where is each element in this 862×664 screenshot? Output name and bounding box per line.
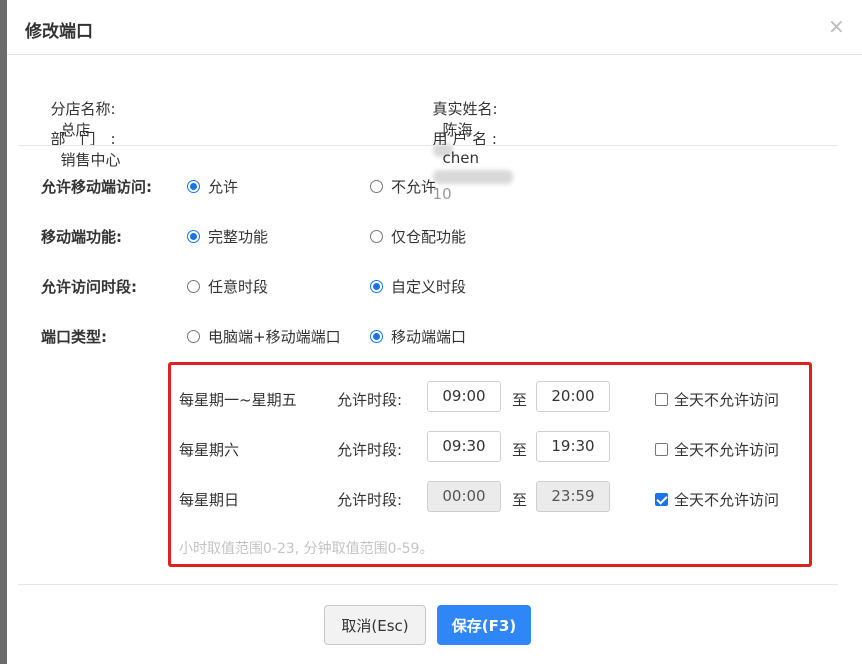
- checkbox-checked-icon: [655, 493, 668, 506]
- radio-unchecked-icon: [370, 230, 383, 243]
- radio-label: 完整功能: [208, 228, 269, 246]
- checkbox-label: 全天不允许访问: [674, 491, 780, 509]
- radio-port-mobile[interactable]: 移动端端口: [370, 326, 466, 347]
- radio-period-custom[interactable]: 自定义时段: [370, 276, 466, 297]
- username-info: 用 户 名 : chen 10: [423, 110, 513, 203]
- sunday-start-time-input[interactable]: 00:00: [427, 481, 501, 512]
- username-value: chen: [442, 149, 480, 167]
- radio-function-full[interactable]: 完整功能: [187, 226, 268, 247]
- radio-label: 移动端端口: [391, 328, 467, 346]
- dialog-title: 修改端口: [25, 22, 93, 42]
- radio-label: 仅仓配功能: [391, 228, 467, 246]
- saturday-start-time-input[interactable]: 09:30: [427, 431, 501, 462]
- radio-checked-icon: [370, 330, 383, 343]
- radio-mobile-access-deny[interactable]: 不允许: [370, 176, 436, 197]
- schedule-period-label: 允许时段:: [337, 391, 403, 409]
- department-value: 销售中心: [60, 151, 121, 169]
- redacted-mark: [432, 169, 513, 184]
- department-info: 部 门 : 销售中心: [41, 110, 121, 170]
- checkbox-unchecked-icon: [655, 443, 668, 456]
- radio-checked-icon: [187, 180, 200, 193]
- checkbox-label: 全天不允许访问: [674, 441, 780, 459]
- radio-period-any[interactable]: 任意时段: [187, 276, 268, 297]
- saturday-allday-deny-checkbox[interactable]: 全天不允许访问: [655, 439, 779, 460]
- schedule-day-sunday: 每星期日: [179, 491, 240, 509]
- weekdays-start-time-input[interactable]: 09:00: [427, 381, 501, 412]
- cancel-button[interactable]: 取消(Esc): [324, 605, 426, 645]
- radio-label: 允许: [208, 178, 239, 196]
- radio-mobile-access-allow[interactable]: 允许: [187, 176, 238, 197]
- schedule-day-weekdays: 每星期一~星期五: [179, 391, 297, 409]
- radio-unchecked-icon: [187, 330, 200, 343]
- mobile-function-label: 移动端功能:: [41, 228, 122, 246]
- save-button[interactable]: 保存(F3): [437, 605, 531, 645]
- to-label: 至: [512, 391, 528, 409]
- radio-label: 不允许: [391, 178, 437, 196]
- radio-checked-icon: [370, 280, 383, 293]
- mobile-access-label: 允许移动端访问:: [41, 178, 152, 196]
- footer-divider: [18, 584, 838, 585]
- radio-label: 自定义时段: [391, 278, 467, 296]
- weekdays-end-time-input[interactable]: 20:00: [536, 381, 610, 412]
- time-range-hint: 小时取值范围0-23, 分钟取值范围0-59。: [179, 541, 434, 557]
- schedule-period-label: 允许时段:: [337, 491, 403, 509]
- schedule-period-label: 允许时段:: [337, 441, 403, 459]
- sunday-end-time-input[interactable]: 23:59: [536, 481, 610, 512]
- radio-unchecked-icon: [187, 280, 200, 293]
- to-label: 至: [512, 491, 528, 509]
- checkbox-label: 全天不允许访问: [674, 391, 780, 409]
- to-label: 至: [512, 441, 528, 459]
- radio-label: 电脑端+移动端端口: [208, 328, 341, 346]
- radio-checked-icon: [187, 230, 200, 243]
- port-type-label: 端口类型:: [41, 328, 107, 346]
- radio-function-warehouse[interactable]: 仅仓配功能: [370, 226, 466, 247]
- saturday-end-time-input[interactable]: 19:30: [536, 431, 610, 462]
- checkbox-unchecked-icon: [655, 393, 668, 406]
- access-period-label: 允许访问时段:: [41, 278, 137, 296]
- weekdays-allday-deny-checkbox[interactable]: 全天不允许访问: [655, 389, 779, 410]
- close-icon[interactable]: ×: [828, 14, 845, 38]
- sunday-allday-deny-checkbox[interactable]: 全天不允许访问: [655, 489, 779, 510]
- section-divider: [18, 145, 838, 146]
- dialog-title-bar: 修改端口 ×: [7, 0, 862, 55]
- schedule-day-saturday: 每星期六: [179, 441, 240, 459]
- radio-label: 任意时段: [208, 278, 269, 296]
- radio-port-pc-mobile[interactable]: 电脑端+移动端端口: [187, 326, 341, 347]
- radio-unchecked-icon: [370, 180, 383, 193]
